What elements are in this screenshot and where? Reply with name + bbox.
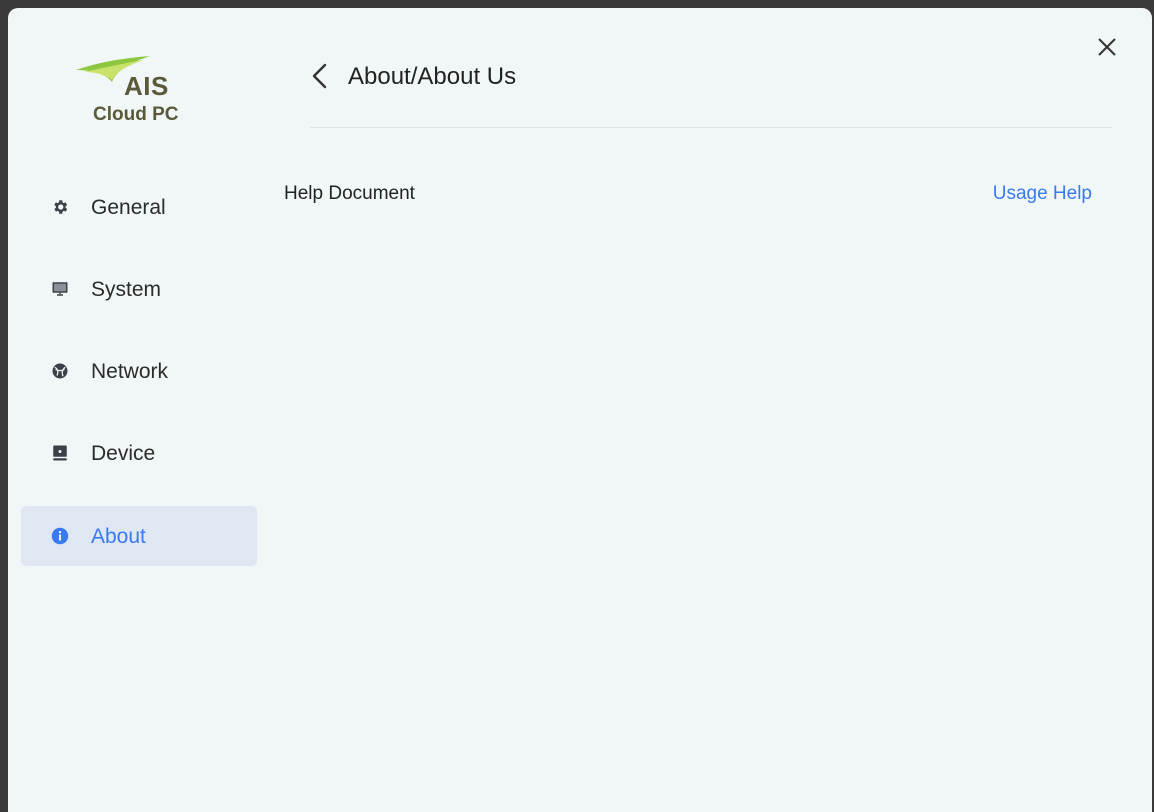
logo-brand-text: AIS [124, 71, 169, 101]
back-chevron-icon[interactable] [308, 61, 332, 91]
sidebar-item-system[interactable]: System [21, 259, 257, 319]
sidebar-item-network[interactable]: Network [21, 341, 257, 401]
sidebar-item-label: Device [91, 442, 156, 465]
info-icon [51, 527, 69, 545]
sidebar-item-label: System [91, 278, 162, 301]
help-document-label: Help Document [284, 183, 415, 204]
sidebar-item-general[interactable]: General [21, 177, 257, 237]
main-content: About/About Us Help Document Usage Help [273, 8, 1152, 812]
sidebar-item-label: Network [91, 360, 169, 383]
sidebar-item-label: General [91, 196, 166, 219]
ais-cloud-pc-logo: AIS Cloud PC [74, 52, 194, 132]
gear-icon [51, 198, 69, 216]
sidebar-item-device[interactable]: Device [21, 423, 257, 483]
close-icon[interactable] [1096, 36, 1118, 58]
title-divider [310, 127, 1112, 128]
sidebar-item-label: About [91, 525, 146, 548]
settings-window: AIS Cloud PC General System Network Devi… [8, 8, 1152, 812]
page-title: About/About Us [348, 63, 517, 90]
sidebar: AIS Cloud PC General System Network Devi… [8, 8, 273, 812]
monitor-icon [51, 280, 69, 298]
sidebar-item-about[interactable]: About [21, 506, 257, 566]
logo-product-text: Cloud PC [93, 104, 179, 125]
device-icon [51, 444, 69, 462]
usage-help-link[interactable]: Usage Help [993, 183, 1092, 205]
globe-icon [51, 362, 69, 380]
